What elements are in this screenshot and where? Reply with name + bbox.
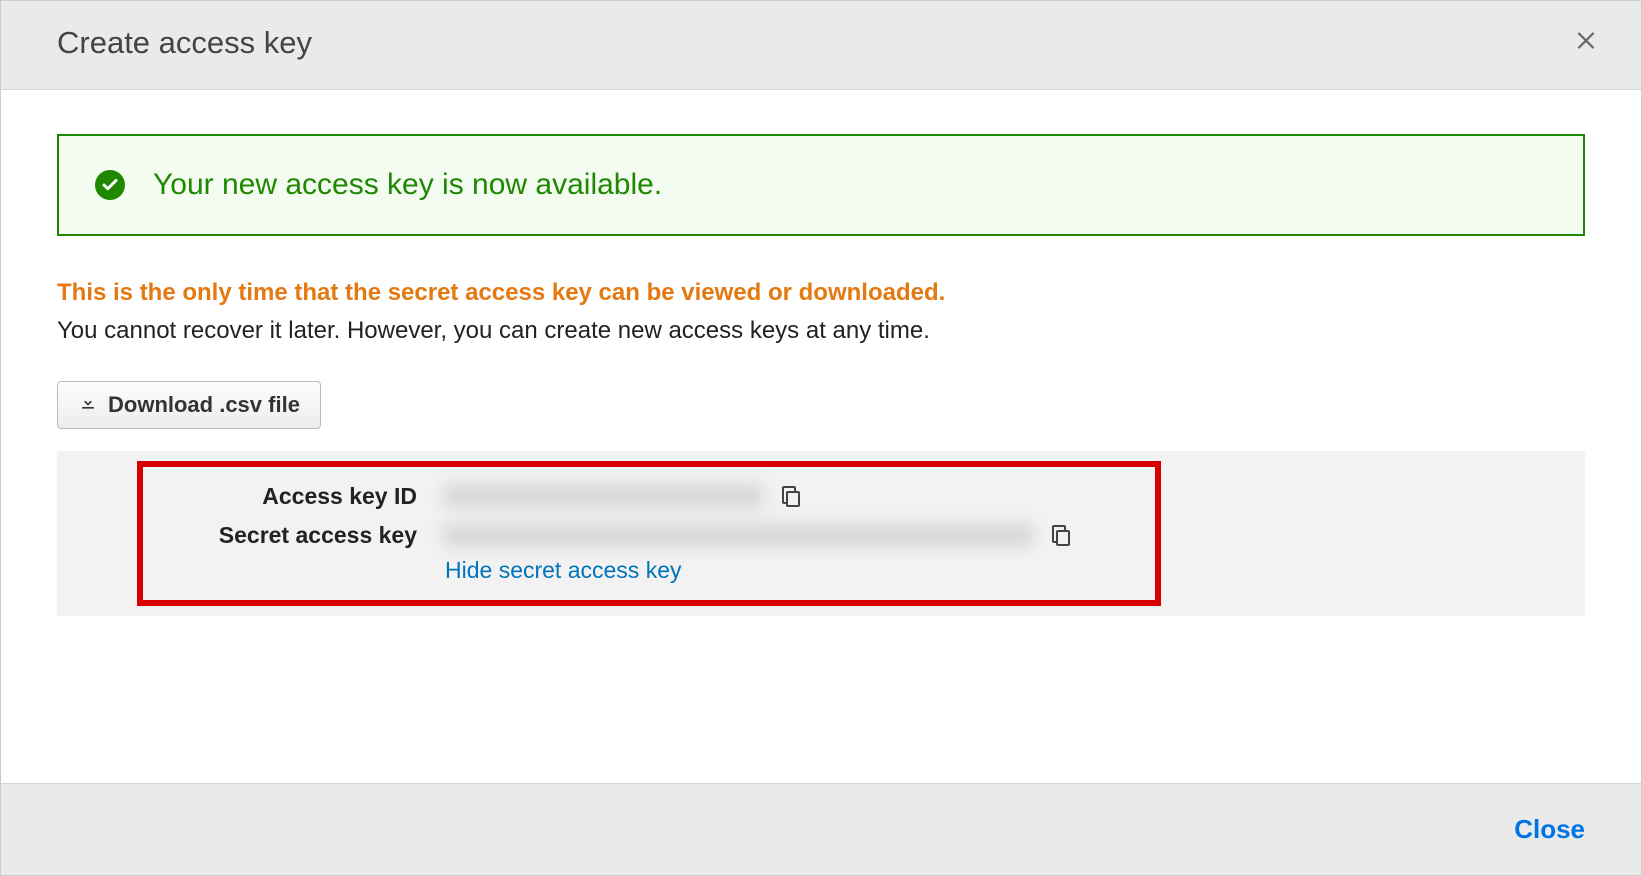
- secret-access-key-redacted: [443, 524, 1033, 546]
- close-icon[interactable]: [1567, 26, 1605, 60]
- access-key-id-value: [443, 484, 803, 508]
- secret-access-key-value: [443, 523, 1073, 547]
- download-icon: [78, 392, 98, 418]
- download-button-label: Download .csv file: [108, 392, 300, 418]
- modal-title: Create access key: [57, 25, 312, 61]
- modal-footer: Close: [1, 783, 1641, 875]
- create-access-key-modal: Create access key Your new access key is…: [0, 0, 1642, 876]
- success-banner: Your new access key is now available.: [57, 134, 1585, 236]
- modal-body: Your new access key is now available. Th…: [1, 90, 1641, 783]
- access-key-id-row: Access key ID: [167, 477, 1131, 516]
- warning-text: This is the only time that the secret ac…: [57, 274, 1585, 351]
- copy-icon[interactable]: [1049, 523, 1073, 547]
- secret-access-key-row: Secret access key: [167, 516, 1131, 555]
- hide-secret-key-link[interactable]: Hide secret access key: [445, 557, 681, 584]
- download-csv-button[interactable]: Download .csv file: [57, 381, 321, 429]
- secret-access-key-label: Secret access key: [167, 522, 417, 549]
- check-circle-icon: [95, 170, 125, 200]
- modal-header: Create access key: [1, 1, 1641, 90]
- warning-line-1: This is the only time that the secret ac…: [57, 279, 945, 306]
- success-message: Your new access key is now available.: [153, 168, 662, 202]
- warning-line-2: You cannot recover it later. However, yo…: [57, 317, 930, 344]
- access-key-id-label: Access key ID: [167, 483, 417, 510]
- copy-icon[interactable]: [779, 484, 803, 508]
- close-button[interactable]: Close: [1514, 814, 1585, 845]
- access-key-id-redacted: [443, 485, 763, 507]
- highlight-box: Access key ID Secret access key: [137, 461, 1161, 606]
- key-details-panel: Access key ID Secret access key: [57, 451, 1585, 616]
